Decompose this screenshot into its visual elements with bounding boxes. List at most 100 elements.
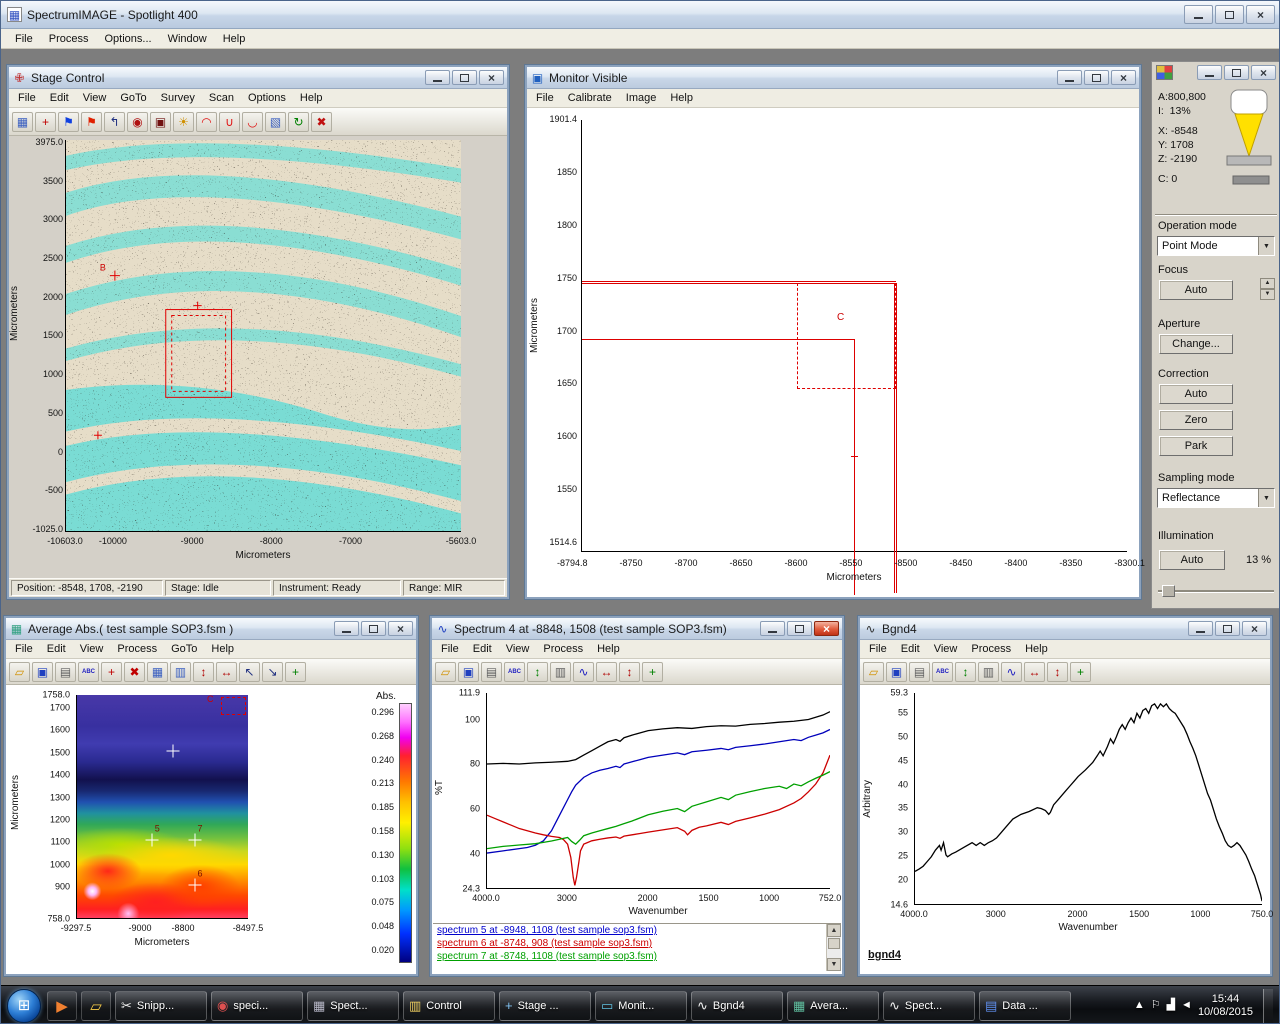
taskbar-button-data[interactable]: ▤Data ...: [979, 991, 1071, 1021]
menu-item-survey[interactable]: Survey: [154, 90, 202, 107]
aperture-change-button[interactable]: Change...: [1159, 334, 1233, 354]
expand-vertical-icon[interactable]: ↕: [1047, 662, 1068, 682]
average-titlebar[interactable]: ▦ Average Abs.( test sample SOP3.fsm ) ×: [6, 618, 416, 640]
taskbar-button-control[interactable]: ▥Control: [403, 991, 495, 1021]
menu-item-goto[interactable]: GoTo: [164, 641, 204, 658]
move-axes-icon[interactable]: +: [1070, 662, 1091, 682]
operation-mode-select[interactable]: Point Mode ▼: [1157, 236, 1275, 256]
restore-button[interactable]: [787, 621, 812, 636]
menu-item-view[interactable]: View: [499, 641, 537, 658]
scroll-thumb[interactable]: [828, 938, 840, 949]
list-scrollbar[interactable]: ▲ ▼: [826, 924, 841, 971]
menu-item-edit[interactable]: Edit: [466, 641, 499, 658]
save-icon[interactable]: ▣: [886, 662, 907, 682]
menu-item-view[interactable]: View: [76, 90, 114, 107]
spin-up-icon[interactable]: ▲: [1260, 278, 1275, 289]
expand-vertical-icon[interactable]: ↕: [193, 662, 214, 682]
taskbar-button-snipp[interactable]: ✂Snipp...: [115, 991, 207, 1021]
absorbance-map-image[interactable]: 5 7 6 C: [76, 695, 248, 919]
goto-blue-flag-icon[interactable]: ⚑: [58, 112, 79, 132]
expand-horizontal-icon[interactable]: ↔: [216, 662, 237, 682]
print-icon[interactable]: ▤: [55, 662, 76, 682]
correction-park-button[interactable]: Park: [1159, 436, 1233, 456]
stop-hand-icon[interactable]: ✖: [311, 112, 332, 132]
taskbar-button-spect[interactable]: ▦Spect...: [307, 991, 399, 1021]
stage-titlebar[interactable]: ✙ Stage Control ×: [9, 67, 507, 89]
menu-item-edit[interactable]: Edit: [40, 641, 73, 658]
grid-map-icon[interactable]: ▦: [147, 662, 168, 682]
restore-button[interactable]: [361, 621, 386, 636]
expand-vertical-icon[interactable]: ↕: [619, 662, 640, 682]
expand-horizontal-icon[interactable]: ↔: [1024, 662, 1045, 682]
illumination-slider-track[interactable]: [1158, 590, 1274, 593]
expand-horizontal-icon[interactable]: ↔: [596, 662, 617, 682]
video-camera-icon[interactable]: ▣: [150, 112, 171, 132]
scroll-up-icon[interactable]: ▲: [827, 924, 841, 937]
menu-item-process[interactable]: Process: [964, 641, 1018, 658]
illumination-auto-button[interactable]: Auto: [1159, 550, 1225, 570]
arc-upper-icon[interactable]: ◠: [196, 112, 217, 132]
corner-downright-icon[interactable]: ↘: [262, 662, 283, 682]
close-button[interactable]: ×: [1246, 5, 1275, 24]
bgnd-footer-label[interactable]: bgnd4: [868, 949, 901, 961]
curves-icon[interactable]: ∿: [573, 662, 594, 682]
menu-item-help[interactable]: Help: [663, 90, 700, 107]
print-icon[interactable]: ▤: [481, 662, 502, 682]
minimize-button[interactable]: [760, 621, 785, 636]
spectrum-titlebar[interactable]: ∿ Spectrum 4 at -8848, 1508 (test sample…: [432, 618, 842, 640]
minimize-button[interactable]: [1057, 70, 1082, 85]
menu-item-process[interactable]: Process: [110, 641, 164, 658]
close-button[interactable]: ×: [1242, 621, 1267, 636]
illumination-lamp-icon[interactable]: ☀: [173, 112, 194, 132]
open-icon[interactable]: ▱: [863, 662, 884, 682]
refresh-icon[interactable]: ↻: [288, 112, 309, 132]
vertical-ruler-icon[interactable]: ↕: [955, 662, 976, 682]
restore-button[interactable]: [1084, 70, 1109, 85]
move-axes-icon[interactable]: +: [285, 662, 306, 682]
dropdown-arrow-icon[interactable]: ▼: [1258, 489, 1274, 507]
restore-button[interactable]: [452, 70, 477, 85]
illumination-slider-knob[interactable]: [1162, 585, 1175, 597]
menu-item-edit[interactable]: Edit: [43, 90, 76, 107]
network-icon[interactable]: ▟: [1167, 1000, 1175, 1011]
sampling-mode-select[interactable]: Reflectance ▼: [1157, 488, 1275, 508]
scan-area-icon[interactable]: ▧: [265, 112, 286, 132]
menu-item-view[interactable]: View: [73, 641, 111, 658]
taskbar-clock[interactable]: 15:44 10/08/2015: [1198, 993, 1253, 1019]
survey-image-icon[interactable]: ▦: [12, 112, 33, 132]
correction-zero-button[interactable]: Zero: [1159, 410, 1233, 430]
menu-item-view[interactable]: View: [927, 641, 965, 658]
restore-button[interactable]: [1224, 65, 1249, 80]
print-icon[interactable]: ▤: [909, 662, 930, 682]
menu-item-help[interactable]: Help: [590, 641, 627, 658]
spectrum-list-item[interactable]: spectrum 5 at -8948, 1108 (test sample s…: [433, 924, 841, 937]
bgnd-plot-area[interactable]: [914, 693, 1262, 905]
spectrum-list-item[interactable]: spectrum 7 at -8748, 1108 (test sample s…: [433, 950, 841, 963]
menu-item-edit[interactable]: Edit: [894, 641, 927, 658]
vertical-ruler-icon[interactable]: ↕: [527, 662, 548, 682]
file-explorer-icon[interactable]: ▱: [81, 991, 111, 1021]
menu-item-help[interactable]: Help: [1018, 641, 1055, 658]
close-button[interactable]: ×: [1251, 65, 1276, 80]
spectrum-list-item[interactable]: spectrum 6 at -8748, 908 (test sample so…: [433, 937, 841, 950]
minimize-button[interactable]: [334, 621, 359, 636]
stage-survey-image[interactable]: B: [65, 140, 461, 532]
menu-item-help[interactable]: Help: [293, 90, 330, 107]
copy-view-icon[interactable]: ▥: [978, 662, 999, 682]
joystick-icon[interactable]: ◉: [127, 112, 148, 132]
arc-lower-icon[interactable]: ◡: [242, 112, 263, 132]
menu-item-calibrate[interactable]: Calibrate: [561, 90, 619, 107]
start-button[interactable]: ⊞: [7, 989, 41, 1023]
save-icon[interactable]: ▣: [32, 662, 53, 682]
minimize-button[interactable]: [1197, 65, 1222, 80]
menu-item-file[interactable]: File: [7, 30, 41, 48]
main-titlebar[interactable]: ▦ SpectrumIMAGE - Spotlight 400 ×: [1, 1, 1280, 29]
marker-cross-icon[interactable]: +: [101, 662, 122, 682]
menu-item-scan[interactable]: Scan: [202, 90, 241, 107]
taskbar-button-stage[interactable]: +Stage ...: [499, 991, 591, 1021]
taskbar-button-bgnd4[interactable]: ∿Bgnd4: [691, 991, 783, 1021]
save-icon[interactable]: ▣: [458, 662, 479, 682]
map-cross-6[interactable]: 6: [188, 878, 201, 891]
menu-item-file[interactable]: File: [8, 641, 40, 658]
menu-item-process[interactable]: Process: [41, 30, 97, 48]
